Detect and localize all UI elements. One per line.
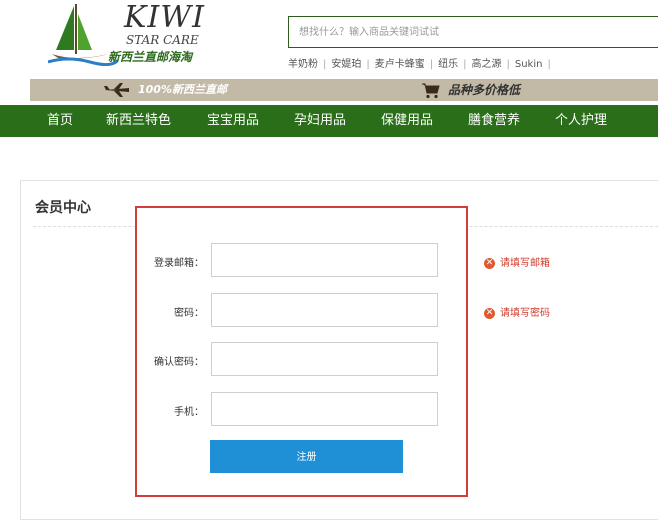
hot-keyword[interactable]: 羊奶粉 bbox=[288, 59, 318, 70]
nav-item-nz-specials[interactable]: 新西兰特色 bbox=[106, 105, 171, 137]
hot-keyword[interactable]: 麦卢卡蜂蜜 bbox=[375, 59, 425, 70]
promo-variety: 品种多价格低 bbox=[422, 79, 520, 101]
password-field[interactable] bbox=[211, 293, 441, 328]
promo-left-text: 100%新西兰直邮 bbox=[138, 83, 227, 96]
nav-item-home[interactable]: 首页 bbox=[47, 105, 73, 137]
search-box bbox=[288, 16, 658, 48]
divider: | bbox=[323, 59, 327, 70]
divider: | bbox=[463, 59, 467, 70]
register-button[interactable]: 注册 bbox=[210, 440, 403, 473]
phone-input[interactable] bbox=[212, 393, 441, 427]
email-input[interactable] bbox=[212, 244, 441, 278]
promo-banner: 100%新西兰直邮 品种多价格低 bbox=[30, 79, 658, 101]
hot-keyword[interactable]: 纽乐 bbox=[438, 59, 458, 70]
phone-field[interactable] bbox=[211, 392, 441, 427]
hot-keyword[interactable]: Sukin bbox=[515, 59, 543, 70]
logo-brand-text: KIWI bbox=[124, 0, 205, 35]
phone-label: 手机： bbox=[174, 407, 204, 418]
nav-item-health[interactable]: 保健用品 bbox=[381, 105, 433, 137]
nav-item-maternity[interactable]: 孕妇用品 bbox=[294, 105, 346, 137]
divider: | bbox=[366, 59, 370, 70]
logo-tagline: 新西兰直邮海淘 bbox=[108, 50, 193, 64]
hot-keyword[interactable]: 高之源 bbox=[472, 59, 502, 70]
hot-keyword[interactable]: 安媞珀 bbox=[331, 59, 361, 70]
password-input[interactable] bbox=[212, 294, 441, 328]
password-error-text: 请填写密码 bbox=[500, 308, 550, 319]
main-nav: 首页 新西兰特色 宝宝用品 孕妇用品 保健用品 膳食营养 个人护理 bbox=[0, 105, 658, 137]
divider: | bbox=[547, 59, 551, 70]
email-field[interactable] bbox=[211, 243, 441, 278]
password-error: ✕ 请填写密码 bbox=[484, 304, 550, 319]
email-label: 登录邮箱： bbox=[154, 258, 204, 269]
confirm-password-field[interactable] bbox=[211, 342, 441, 377]
nav-item-personal-care[interactable]: 个人护理 bbox=[555, 105, 607, 137]
divider: | bbox=[506, 59, 510, 70]
site-logo[interactable]: KIWI STAR CARE 新西兰直邮海淘 bbox=[48, 0, 238, 72]
hot-keywords: 羊奶粉 | 安媞珀 | 麦卢卡蜂蜜 | 纽乐 | 高之源 | Sukin | bbox=[288, 55, 556, 70]
logo-subtitle: STAR CARE bbox=[126, 33, 199, 47]
error-icon: ✕ bbox=[484, 257, 495, 269]
password-label: 密码： bbox=[174, 308, 204, 319]
shopping-cart-icon bbox=[422, 83, 440, 98]
page-title: 会员中心 bbox=[35, 200, 91, 216]
search-input[interactable] bbox=[289, 17, 658, 47]
confirm-password-input[interactable] bbox=[212, 343, 441, 377]
email-error-text: 请填写邮箱 bbox=[500, 258, 550, 269]
confirm-password-label: 确认密码： bbox=[154, 357, 204, 368]
airplane-icon bbox=[104, 83, 129, 97]
nav-item-nutrition[interactable]: 膳食营养 bbox=[468, 105, 520, 137]
promo-right-text: 品种多价格低 bbox=[448, 83, 521, 97]
nav-item-baby[interactable]: 宝宝用品 bbox=[207, 105, 259, 137]
divider: | bbox=[429, 59, 434, 70]
email-error: ✕ 请填写邮箱 bbox=[484, 254, 550, 269]
promo-direct-mail: 100%新西兰直邮 bbox=[104, 79, 227, 101]
error-icon: ✕ bbox=[484, 307, 495, 319]
